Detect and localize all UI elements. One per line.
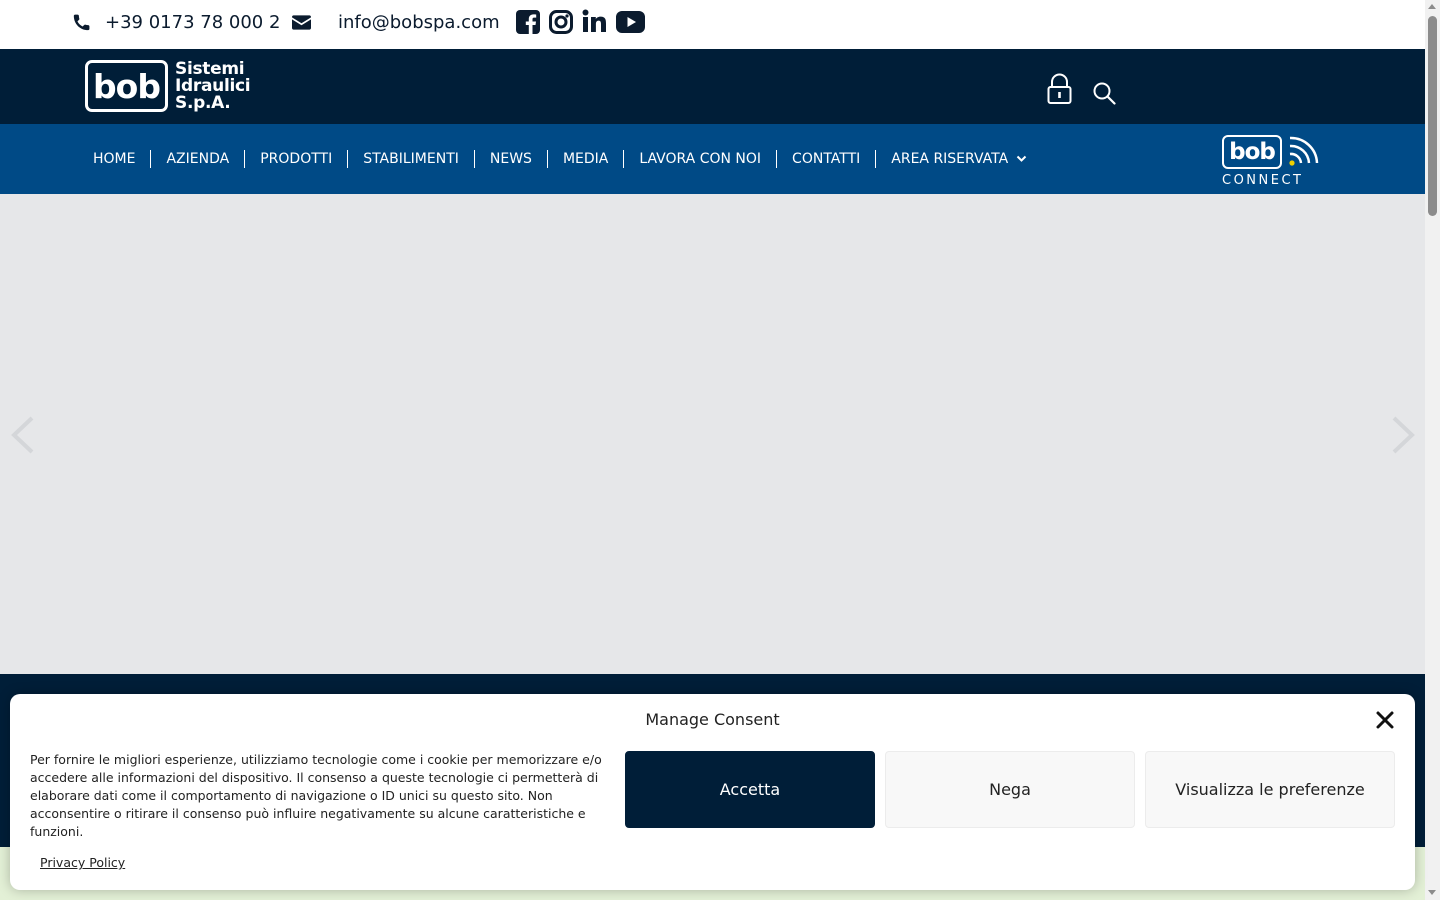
- scroll-down-icon[interactable]: [1428, 890, 1436, 895]
- connect-mark: bob: [1222, 135, 1282, 169]
- cookie-consent-dialog: Manage Consent Per fornire le migliori e…: [10, 694, 1415, 890]
- page-scrollbar[interactable]: [1425, 0, 1440, 900]
- site-logo[interactable]: bob Sistemi Idraulici S.p.A.: [85, 58, 251, 113]
- deny-button[interactable]: Nega: [885, 751, 1135, 828]
- phone-icon: [72, 13, 91, 32]
- slider-prev-arrow-icon[interactable]: [10, 416, 36, 458]
- consent-title: Manage Consent: [645, 710, 780, 729]
- bob-connect-logo[interactable]: bob CONNECT: [1222, 135, 1320, 187]
- hero-slider: [0, 194, 1425, 674]
- facebook-icon[interactable]: [516, 10, 540, 34]
- contact-bar: +39 0173 78 000 2 info@bobspa.com: [0, 0, 1425, 49]
- scrollbar-thumb[interactable]: [1428, 16, 1437, 216]
- consent-description: Per fornire le migliori esperienze, util…: [30, 752, 602, 839]
- email-address: info@bobspa.com: [338, 12, 500, 33]
- accept-button[interactable]: Accetta: [625, 751, 875, 828]
- nav-item-media[interactable]: MEDIA: [546, 150, 623, 168]
- logo-mark: bob: [85, 60, 168, 112]
- wifi-icon: [1286, 135, 1320, 173]
- view-preferences-button[interactable]: Visualizza le preferenze: [1145, 751, 1395, 828]
- logo-wordmark: Sistemi Idraulici S.p.A.: [175, 58, 251, 113]
- chevron-down-icon: [1016, 155, 1027, 163]
- nav-item-area-riservata-label: AREA RISERVATA: [891, 151, 1009, 167]
- scroll-up-icon[interactable]: [1428, 4, 1436, 9]
- site-header: bob Sistemi Idraulici S.p.A.: [0, 49, 1425, 124]
- nav-item-news[interactable]: NEWS: [473, 150, 547, 168]
- search-icon[interactable]: [1093, 82, 1116, 109]
- envelope-icon[interactable]: [292, 15, 311, 30]
- logo-line-3: S.p.A.: [175, 92, 231, 113]
- close-icon[interactable]: [1375, 710, 1395, 730]
- privacy-policy-link[interactable]: Privacy Policy: [40, 855, 125, 870]
- slider-next-arrow-icon[interactable]: [1390, 416, 1416, 458]
- nav-item-stabilimenti[interactable]: STABILIMENTI: [347, 150, 474, 168]
- main-navigation: HOME AZIENDA PRODOTTI STABILIMENTI NEWS …: [0, 124, 1425, 194]
- instagram-icon[interactable]: [549, 10, 573, 34]
- phone-number: +39 0173 78 000 2: [105, 12, 281, 33]
- lock-icon[interactable]: [1047, 73, 1072, 109]
- connect-label: CONNECT: [1222, 173, 1304, 188]
- logo-line-2: Idraulici: [175, 75, 251, 96]
- nav-item-lavora-con-noi[interactable]: LAVORA CON NOI: [623, 150, 776, 168]
- nav-item-azienda[interactable]: AZIENDA: [150, 150, 244, 168]
- nav-item-contatti[interactable]: CONTATTI: [776, 150, 875, 168]
- phone-link[interactable]: +39 0173 78 000 2: [72, 12, 280, 33]
- nav-item-prodotti[interactable]: PRODOTTI: [244, 150, 347, 168]
- nav-item-home[interactable]: HOME: [78, 150, 150, 168]
- youtube-icon[interactable]: [616, 11, 645, 33]
- linkedin-icon[interactable]: [582, 9, 606, 33]
- email-link[interactable]: info@bobspa.com: [338, 12, 500, 33]
- logo-line-1: Sistemi: [175, 58, 245, 79]
- nav-item-area-riservata[interactable]: AREA RISERVATA: [875, 150, 1042, 168]
